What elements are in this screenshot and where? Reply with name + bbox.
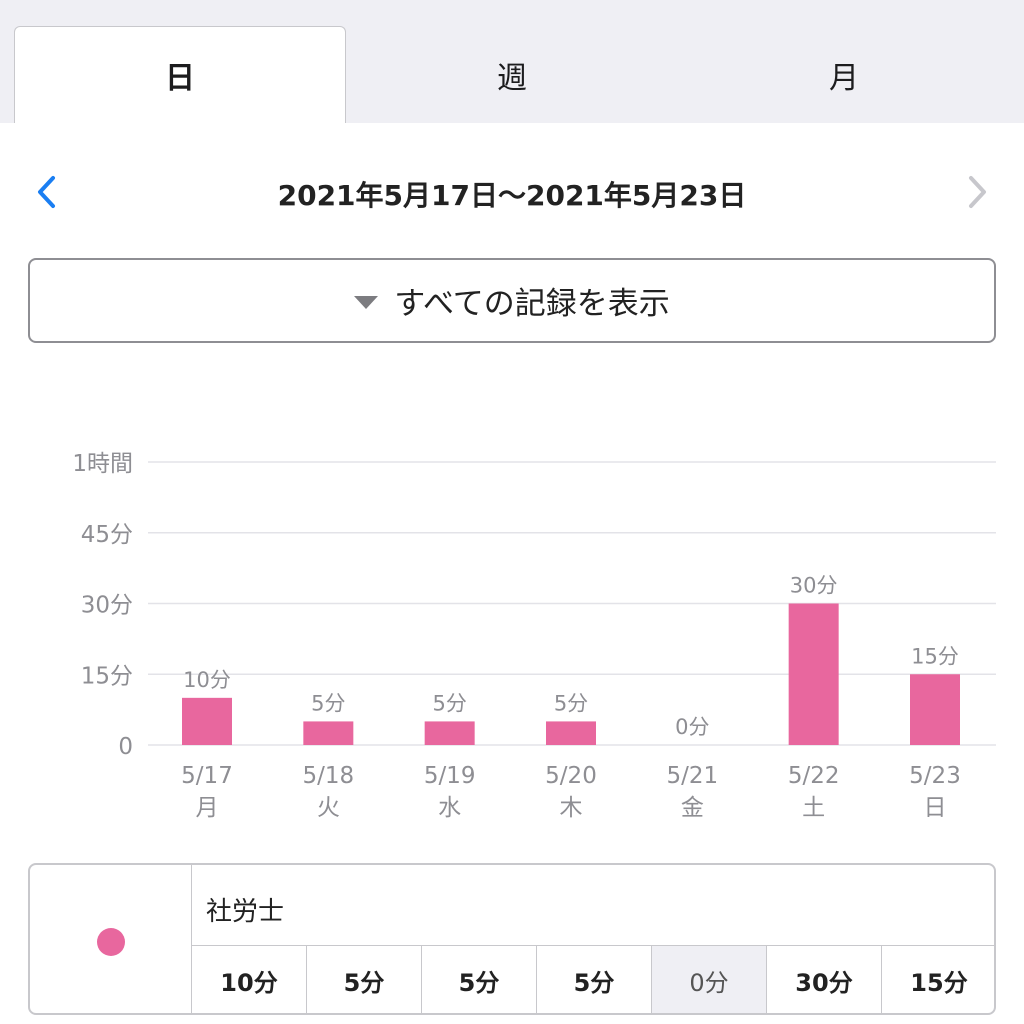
bar-value-label: 5分: [311, 691, 345, 715]
show-all-records-dropdown[interactable]: すべての記録を表示: [28, 258, 996, 343]
x-tick-label: 5/19: [424, 763, 476, 789]
bar-value-label: 30分: [790, 574, 838, 598]
tab-month[interactable]: 月: [678, 26, 1010, 123]
x-weekday-label: 日: [924, 795, 947, 821]
bar-value-label: 0分: [675, 715, 709, 739]
y-tick-label: 0: [118, 734, 133, 760]
study-time-bar-chart: 0 15分 30分 45分 1時間 10分 5/17 月 5分 5/18 火 5分 5/19 水 5分 5/2…: [0, 420, 1024, 840]
bar-value-label: 15分: [911, 644, 959, 668]
y-tick-label: 1時間: [72, 451, 133, 477]
legend-value-cell: 30分: [767, 946, 882, 1013]
date-navigation: 2021年5月17日〜2021年5月23日: [0, 150, 1024, 238]
x-weekday-label: 土: [802, 795, 825, 821]
y-tick-label: 15分: [81, 663, 133, 689]
bar-value-label: 5分: [432, 691, 466, 715]
bar-value-label: 5分: [554, 691, 588, 715]
x-weekday-label: 火: [317, 795, 340, 821]
legend-value-cell: 0分: [652, 946, 767, 1013]
x-tick-label: 5/21: [667, 763, 719, 789]
bar: [546, 721, 596, 745]
bar: [424, 721, 475, 745]
legend-table: 社労士 10分 5分 5分 5分 0分 30分 15分: [28, 863, 996, 1015]
x-tick-label: 5/20: [545, 763, 597, 789]
bar-value-label: 10分: [183, 668, 231, 692]
bar: [910, 674, 960, 745]
legend-color-cell: [30, 865, 192, 1013]
legend-value-cell: 10分: [192, 946, 307, 1013]
x-tick-label: 5/22: [788, 763, 840, 789]
legend-value-cell: 5分: [537, 946, 652, 1013]
bar: [788, 603, 839, 745]
x-tick-label: 5/23: [909, 763, 961, 789]
triangle-down-icon: [354, 295, 379, 309]
x-weekday-label: 水: [438, 795, 461, 821]
x-weekday-label: 金: [681, 795, 704, 821]
x-tick-label: 5/18: [303, 763, 355, 789]
legend-color-dot: [97, 928, 125, 956]
x-weekday-label: 月: [196, 795, 219, 821]
x-tick-label: 5/17: [181, 763, 233, 789]
legend-subject-name: 社労士: [206, 897, 285, 927]
y-tick-label: 30分: [81, 593, 133, 619]
tab-day[interactable]: 日: [14, 26, 346, 123]
chart-svg: 0 15分 30分 45分 1時間 10分 5/17 月 5分 5/18 火 5分 5/19 水 5分 5/2…: [72, 451, 996, 821]
chevron-left-icon[interactable]: [26, 170, 70, 214]
date-range-title: 2021年5月17日〜2021年5月23日: [277, 179, 747, 212]
bar: [303, 721, 354, 745]
y-tick-label: 45分: [81, 522, 133, 548]
filter-label: すべての記録を表示: [394, 286, 670, 322]
tab-week[interactable]: 週: [346, 26, 678, 123]
legend-value-cell: 15分: [910, 969, 968, 997]
x-weekday-label: 木: [560, 795, 583, 821]
bar: [182, 697, 232, 745]
chevron-right-icon[interactable]: [954, 170, 998, 214]
legend-value-cell: 5分: [307, 946, 422, 1013]
period-tab-bar: 日 週 月: [0, 0, 1024, 123]
legend-value-cell: 5分: [422, 946, 537, 1013]
legend-values-row: 10分 5分 5分 5分 0分 30分 15分: [192, 945, 994, 1013]
